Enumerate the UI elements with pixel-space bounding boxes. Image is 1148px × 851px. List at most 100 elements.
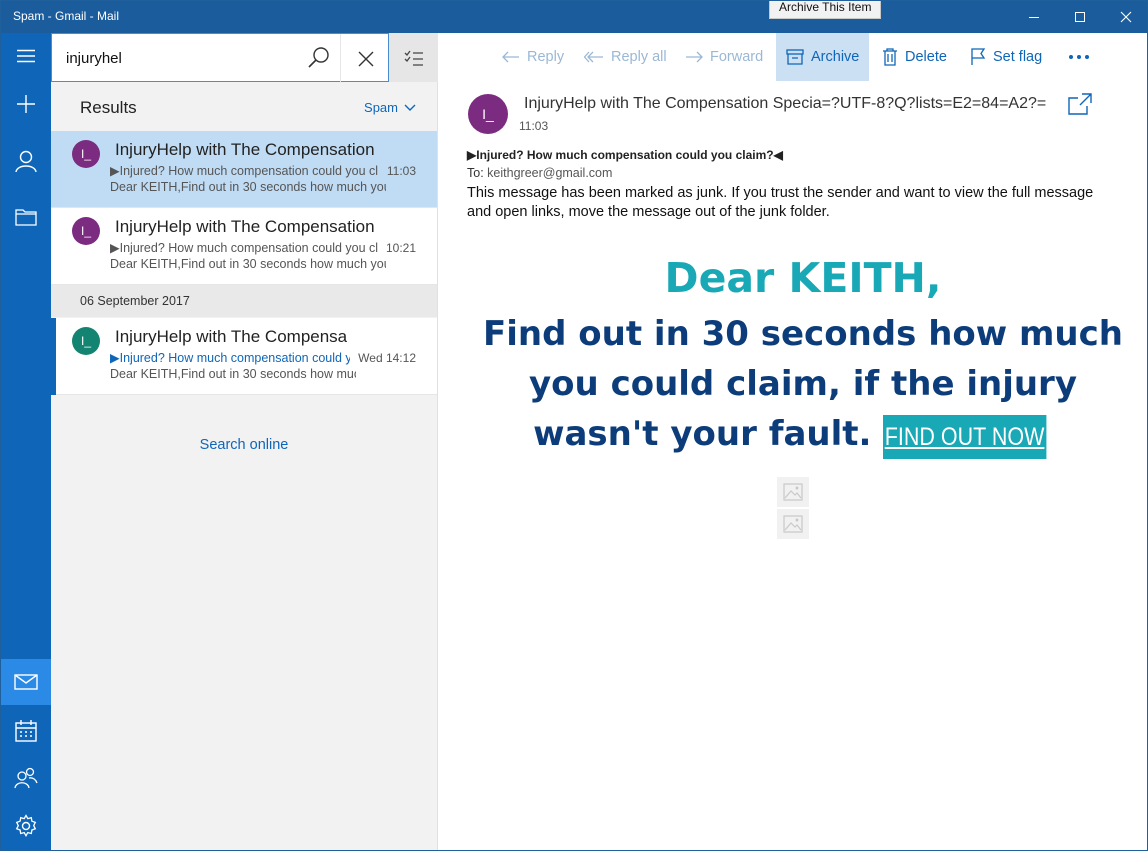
forward-icon — [686, 51, 703, 63]
maximize-button[interactable] — [1057, 1, 1103, 33]
close-icon — [1120, 11, 1132, 23]
folders-button[interactable] — [1, 194, 51, 240]
mail-icon — [14, 674, 38, 690]
maximize-icon — [1075, 12, 1085, 22]
sender-name[interactable]: InjuryHelp with The Compensation Specia=… — [524, 95, 1060, 113]
set-flag-label: Set flag — [993, 49, 1043, 65]
close-icon — [358, 51, 373, 66]
chevron-down-icon — [404, 104, 416, 111]
message-item[interactable]: I_ InjuryHelp with The Compensation Spec… — [51, 131, 437, 208]
avatar: I_ — [72, 327, 100, 355]
minimize-icon — [1029, 17, 1039, 18]
archive-icon — [786, 49, 804, 65]
archive-label: Archive — [811, 49, 860, 65]
reply-button[interactable]: Reply — [492, 33, 574, 81]
message-toolbar: Reply Reply all Forward Archive Delete S… — [438, 33, 1147, 81]
account-icon — [15, 150, 37, 172]
selection-mode-button[interactable] — [389, 33, 438, 82]
clear-search-button[interactable] — [340, 34, 390, 83]
title-bar: Spam - Gmail - Mail Archive This Item — [1, 1, 1147, 33]
mail-window: Spam - Gmail - Mail Archive This Item in… — [0, 0, 1148, 851]
message-time: Wed 14:12 — [358, 351, 416, 365]
message-item[interactable]: I_ InjuryHelp with The Compensation Spec… — [51, 318, 437, 395]
sender-avatar: I_ — [468, 94, 508, 134]
recipient-line: To: keithgreer@gmail.com — [467, 166, 612, 180]
folder-icon — [15, 209, 37, 226]
mail-nav-button[interactable] — [1, 659, 51, 705]
broken-image — [777, 509, 809, 539]
find-out-now-link[interactable]: FIND OUT NOW — [883, 415, 1047, 459]
more-icon — [1069, 55, 1089, 59]
message-received-time: 11:03 — [519, 119, 549, 133]
hamburger-icon — [17, 49, 35, 63]
more-actions-button[interactable] — [1058, 33, 1100, 81]
calendar-nav-button[interactable] — [1, 708, 51, 754]
message-list-pane: Results Spam I_ InjuryHelp with The Comp… — [51, 33, 438, 850]
message-item[interactable]: I_ InjuryHelp with The Compensation Spec… — [51, 208, 437, 285]
message-sender: InjuryHelp with The Compensation Special… — [115, 140, 377, 159]
avatar: I_ — [72, 140, 100, 168]
flag-icon — [971, 48, 986, 65]
message-preview: Dear KEITH,Find out in 30 seconds how mu… — [110, 367, 356, 381]
to-label: To: — [467, 166, 484, 180]
message-subject: ▶Injured? How much compensation could yo… — [110, 164, 378, 178]
search-input[interactable] — [66, 46, 306, 70]
message-subject: ▶Injured? How much compensation could yo… — [110, 241, 378, 255]
junk-warning: This message has been marked as junk. If… — [467, 185, 1094, 220]
message-preview: Dear KEITH,Find out in 30 seconds how mu… — [110, 180, 386, 194]
select-list-icon — [404, 50, 423, 66]
image-placeholder-icon — [783, 515, 803, 533]
trash-icon — [883, 48, 897, 66]
search-icon[interactable] — [307, 46, 331, 70]
message-time: 11:03 — [386, 164, 416, 178]
unread-indicator — [51, 318, 56, 395]
search-online-link[interactable]: Search online — [51, 437, 437, 453]
date-group-label: 06 September 2017 — [80, 294, 190, 308]
email-body: Find out in 30 seconds how much you coul… — [478, 309, 1128, 459]
new-mail-button[interactable] — [1, 81, 51, 127]
reply-all-button[interactable]: Reply all — [574, 33, 677, 81]
avatar: I_ — [72, 217, 100, 245]
settings-icon — [15, 814, 37, 837]
search-scope-label: Spam — [364, 100, 398, 115]
open-in-new-window-icon[interactable] — [1068, 93, 1092, 115]
delete-label: Delete — [905, 49, 947, 65]
people-icon — [14, 767, 38, 789]
calendar-icon — [15, 720, 37, 742]
archive-button[interactable]: Archive — [776, 33, 870, 81]
results-label: Results — [80, 98, 137, 117]
reply-all-icon — [584, 51, 603, 63]
message-preview: Dear KEITH,Find out in 30 seconds how mu… — [110, 257, 386, 271]
image-placeholder-icon — [783, 483, 803, 501]
new-mail-icon — [17, 95, 35, 113]
forward-button[interactable]: Forward — [675, 33, 773, 81]
close-button[interactable] — [1103, 1, 1147, 33]
recipient-address[interactable]: keithgreer@gmail.com — [487, 166, 612, 180]
date-group-header: 06 September 2017 — [51, 285, 437, 317]
reply-all-label: Reply all — [611, 49, 667, 65]
settings-nav-button[interactable] — [1, 803, 51, 849]
search-scope-dropdown[interactable]: Spam — [364, 100, 416, 115]
message-sender: InjuryHelp with The Compensation Special… — [115, 217, 377, 236]
reading-pane: Reply Reply all Forward Archive Delete S… — [438, 33, 1147, 850]
minimize-button[interactable] — [1011, 1, 1057, 33]
reply-icon — [502, 51, 519, 63]
archive-tooltip: Archive This Item — [769, 1, 882, 19]
window-title: Spam - Gmail - Mail — [13, 9, 120, 23]
set-flag-button[interactable]: Set flag — [960, 33, 1052, 81]
reply-label: Reply — [527, 49, 565, 65]
message-subject-heading: ▶Injured? How much compensation could yo… — [467, 148, 783, 162]
message-subject: ▶Injured? How much compensation could yo… — [110, 351, 350, 365]
email-greeting: Dear KEITH, — [664, 254, 942, 302]
message-sender: InjuryHelp with The Compensation Special… — [115, 327, 347, 346]
search-box — [51, 33, 390, 83]
hamburger-button[interactable] — [1, 33, 51, 79]
delete-button[interactable]: Delete — [872, 33, 957, 81]
broken-image — [777, 477, 809, 507]
accounts-button[interactable] — [1, 138, 51, 184]
results-header: Results Spam — [51, 93, 438, 127]
forward-label: Forward — [710, 49, 764, 65]
app-rail — [1, 33, 51, 850]
message-time: 10:21 — [385, 241, 416, 255]
people-nav-button[interactable] — [1, 755, 51, 801]
